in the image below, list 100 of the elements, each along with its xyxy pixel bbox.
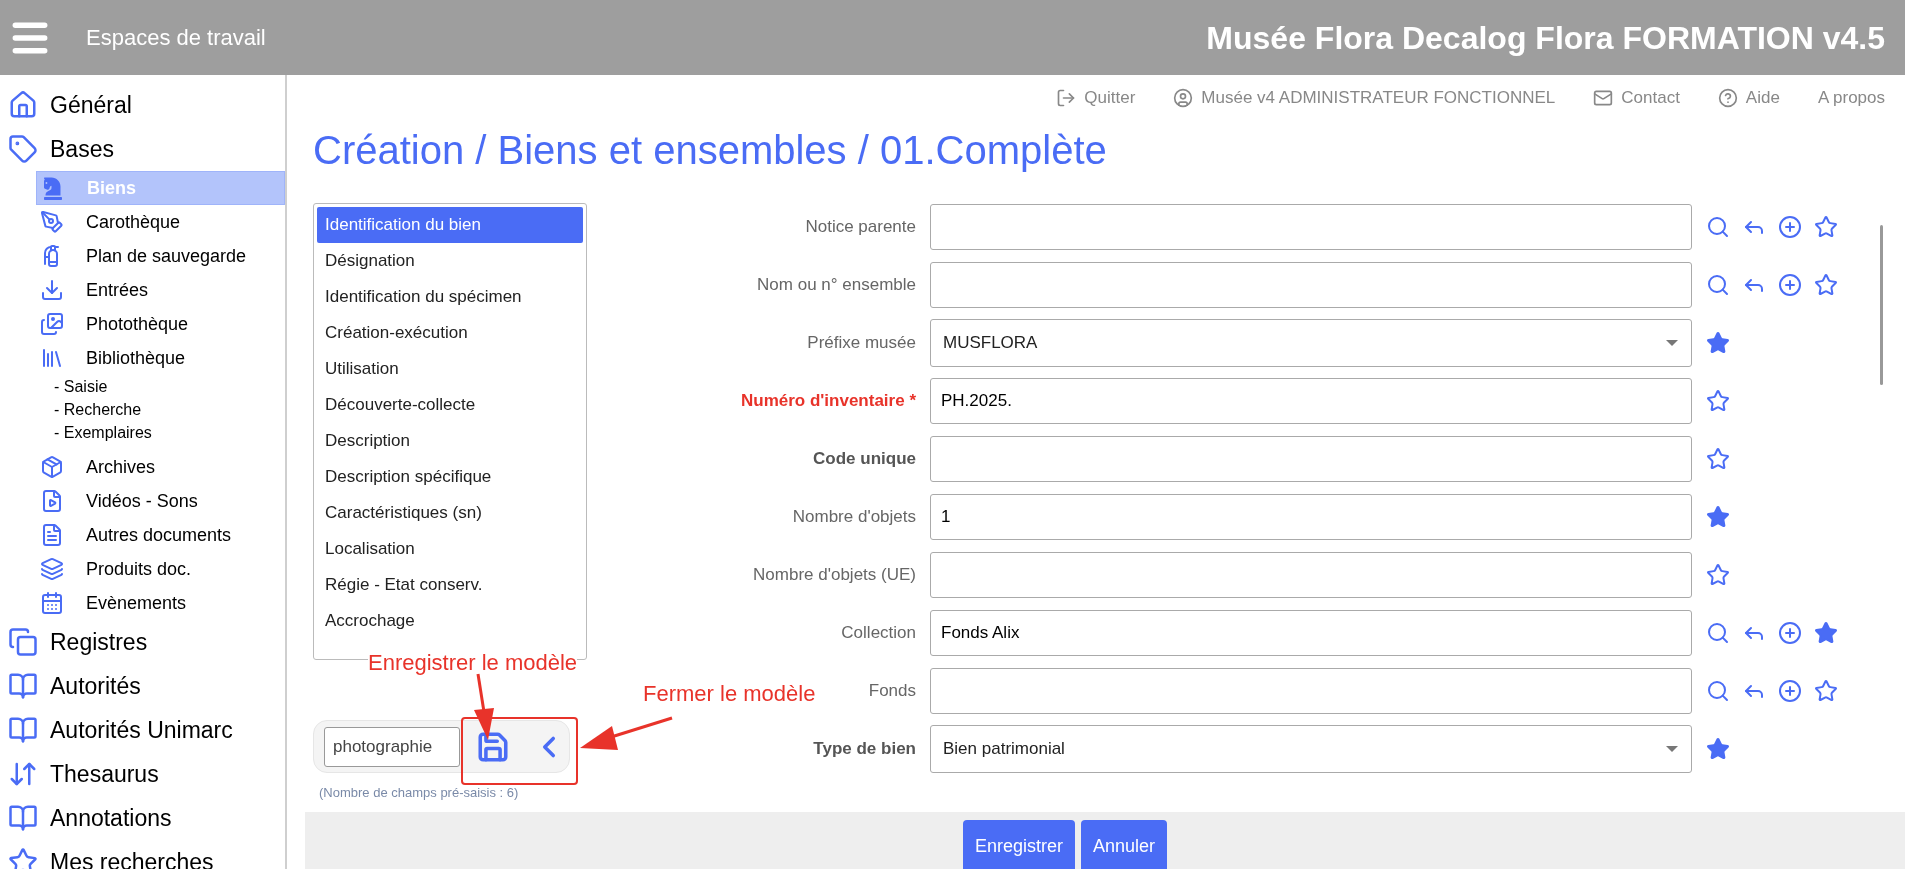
caret-icon	[1665, 745, 1679, 753]
add-icon[interactable]	[1778, 679, 1802, 703]
field-label: Code unique	[813, 449, 916, 469]
stacked-pages-icon	[8, 627, 38, 657]
star-icon[interactable]	[1706, 505, 1730, 529]
section-item[interactable]: Découverte-collecte	[317, 387, 583, 423]
section-item[interactable]: Désignation	[317, 243, 583, 279]
save-icon[interactable]	[476, 729, 510, 764]
star-icon[interactable]	[1706, 563, 1730, 587]
section-item[interactable]: Identification du spécimen	[317, 279, 583, 315]
search-icon[interactable]	[1706, 215, 1730, 239]
top-link[interactable]: Quitter	[1056, 84, 1136, 111]
star-icon[interactable]	[1814, 621, 1838, 645]
field-label: Préfixe musée	[807, 333, 916, 353]
section-item[interactable]: Utilisation	[317, 351, 583, 387]
document-icon	[40, 523, 64, 547]
search-icon[interactable]	[1706, 621, 1730, 645]
input-field[interactable]	[930, 436, 1692, 482]
sidebar-subitem[interactable]: Archives	[36, 450, 285, 484]
annotation-arrow	[474, 673, 494, 740]
input-field[interactable]	[930, 262, 1692, 308]
sidebar-subitem[interactable]: Bibliothèque	[36, 341, 285, 375]
images-icon	[40, 312, 64, 336]
download-icon	[40, 278, 64, 302]
add-icon[interactable]	[1778, 215, 1802, 239]
input-field[interactable]	[930, 204, 1692, 250]
books-icon	[40, 346, 64, 370]
question-icon	[1717, 87, 1738, 108]
star-icon[interactable]	[1706, 447, 1730, 471]
sidebar-subitem[interactable]: Evènements	[36, 586, 285, 620]
sidebar-item[interactable]: Autorités Unimarc	[0, 708, 285, 752]
sidebar-item[interactable]: Bases	[0, 127, 285, 171]
search-icon[interactable]	[1706, 679, 1730, 703]
chess-knight-icon	[41, 176, 65, 200]
sidebar-subitem[interactable]: Carothèque	[36, 205, 285, 239]
input-field[interactable]: 1	[930, 494, 1692, 540]
search-icon[interactable]	[1706, 273, 1730, 297]
pen-icon	[40, 210, 64, 234]
star-icon[interactable]	[1706, 331, 1730, 355]
star-icon[interactable]	[1814, 679, 1838, 703]
add-icon[interactable]	[1778, 621, 1802, 645]
input-field[interactable]: PH.2025.	[930, 378, 1692, 424]
calendar-icon	[40, 591, 64, 615]
book-icon	[8, 803, 38, 833]
template-name-field[interactable]: photographie	[324, 726, 460, 767]
sidebar-item[interactable]: Thesaurus	[0, 752, 285, 796]
sidebar-subitem[interactable]: Plan de sauvegarde	[36, 239, 285, 273]
top-link[interactable]: Contact	[1593, 84, 1680, 111]
sidebar-item[interactable]: Général	[0, 83, 285, 127]
input-field[interactable]	[930, 552, 1692, 598]
section-item[interactable]: Description	[317, 423, 583, 459]
field-label: Notice parente	[805, 217, 916, 237]
select-field[interactable]: Bien patrimonial	[930, 725, 1692, 773]
book-icon	[8, 671, 38, 701]
sidebar-subitem[interactable]: Entrées	[36, 273, 285, 307]
star-icon[interactable]	[1814, 215, 1838, 239]
video-file-icon	[40, 489, 64, 513]
section-item[interactable]: Identification du bien	[317, 207, 583, 243]
sidebar-item[interactable]: Annotations	[0, 796, 285, 840]
form-button[interactable]: Annuler	[1081, 820, 1168, 869]
scrollbar-thumb[interactable]	[1880, 225, 1883, 385]
exit-icon	[1056, 87, 1077, 108]
tag-icon	[8, 134, 38, 164]
form-button[interactable]: Enregistrer	[962, 820, 1075, 869]
caret-icon	[1665, 339, 1679, 347]
star-icon	[8, 847, 38, 869]
sidebar-subitem[interactable]: Photothèque	[36, 307, 285, 341]
field-label: Type de bien	[813, 739, 916, 759]
star-icon[interactable]	[1706, 737, 1730, 761]
field-label: Collection	[841, 623, 916, 643]
section-item[interactable]: Description spécifique	[317, 459, 583, 495]
field-label: Nombre d'objets (UE)	[753, 565, 916, 585]
section-item[interactable]: Régie - Etat conserv.	[317, 567, 583, 603]
star-icon[interactable]	[1706, 389, 1730, 413]
section-item[interactable]: Caractéristiques (sn)	[317, 495, 583, 531]
select-field[interactable]: MUSFLORA	[930, 319, 1692, 367]
input-field[interactable]	[930, 668, 1692, 714]
sidebar-subitem[interactable]: - Exemplaires	[54, 421, 285, 444]
section-item[interactable]: Accrochage	[317, 603, 583, 639]
book-icon	[8, 715, 38, 745]
sidebar-item[interactable]: Autorités	[0, 664, 285, 708]
section-item[interactable]: Localisation	[317, 531, 583, 567]
top-link[interactable]: Aide	[1717, 84, 1780, 111]
sidebar-subitem[interactable]: Autres documents	[36, 518, 285, 552]
sidebar-subitem[interactable]: Vidéos - Sons	[36, 484, 285, 518]
sidebar-subitem[interactable]: - Saisie	[54, 375, 285, 398]
sidebar-subitem[interactable]: Produits doc.	[36, 552, 285, 586]
star-icon[interactable]	[1814, 273, 1838, 297]
house-icon	[8, 90, 38, 120]
field-label: Fonds	[868, 681, 916, 701]
section-item[interactable]: Création-exécution	[317, 315, 583, 351]
top-link[interactable]: Musée v4 ADMINISTRATEUR FONCTIONNEL	[1173, 84, 1556, 111]
input-field[interactable]: Fonds Alix	[930, 610, 1692, 656]
sidebar-item[interactable]: Registres	[0, 620, 285, 664]
template-note: (Nombre de champs pré-saisis : 6)	[318, 784, 520, 802]
top-link[interactable]: A propos	[1817, 84, 1885, 111]
add-icon[interactable]	[1778, 273, 1802, 297]
sidebar-subitem[interactable]: - Recherche	[54, 398, 285, 421]
box-icon	[40, 455, 64, 479]
user-icon	[1173, 87, 1194, 108]
